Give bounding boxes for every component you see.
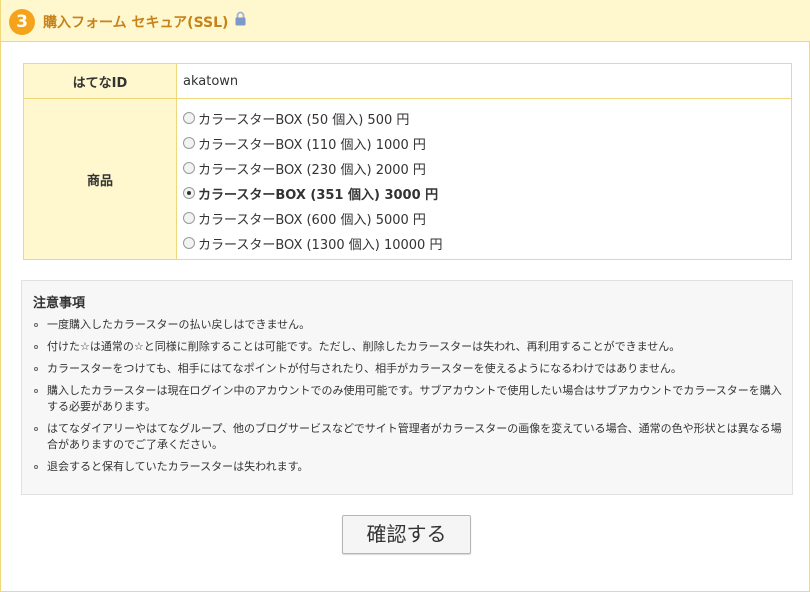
radio-button[interactable] — [183, 137, 195, 149]
product-option-label: カラースターBOX (600 個入) 5000 円 — [198, 212, 426, 228]
notice-title: 注意事項 — [33, 296, 86, 311]
bullet-icon — [34, 389, 38, 393]
notice-item: 付けた☆は通常の☆と同様に削除することは可能です。ただし、削除したカラースターは… — [33, 339, 785, 355]
hatena-id-value: akatown — [176, 63, 792, 99]
bullet-icon — [34, 367, 38, 371]
notice-item-text: 一度購入したカラースターの払い戻しはできません。 — [47, 318, 311, 331]
notice-item: カラースターをつけても、相手にはてなポイントが付与されたり、相手がカラースターを… — [33, 361, 785, 377]
hatena-id-label: はてなID — [23, 63, 177, 99]
product-option-label: カラースターBOX (230 個入) 2000 円 — [198, 162, 426, 178]
notice-item-text: 購入したカラースターは現在ログイン中のアカウントでのみ使用可能です。サブアカウン… — [47, 384, 782, 413]
bullet-icon — [34, 345, 38, 349]
notice-item: 一度購入したカラースターの払い戻しはできません。 — [33, 317, 785, 333]
lock-icon — [234, 11, 247, 26]
product-option-label: カラースターBOX (50 個入) 500 円 — [198, 112, 410, 128]
hatena-id-row: はてなID akatown — [23, 63, 792, 99]
notice-item-text: カラースターをつけても、相手にはてなポイントが付与されたり、相手がカラースターを… — [47, 362, 682, 375]
product-option[interactable]: カラースターBOX (50 個入) 500 円 — [183, 106, 791, 131]
notice-box: 注意事項 一度購入したカラースターの払い戻しはできません。付けた☆は通常の☆と同… — [21, 280, 793, 495]
product-option[interactable]: カラースターBOX (351 個入) 3000 円 — [183, 181, 791, 206]
purchase-form-panel: 3 購入フォーム セキュア(SSL) はてなID akatown 商品 カラース… — [0, 0, 810, 592]
radio-button[interactable] — [183, 212, 195, 224]
radio-button-checked[interactable] — [183, 187, 195, 199]
notice-item-text: 付けた☆は通常の☆と同様に削除することは可能です。ただし、削除したカラースターは… — [47, 340, 681, 353]
section-header: 3 購入フォーム セキュア(SSL) — [1, 0, 810, 42]
radio-button[interactable] — [183, 237, 195, 249]
confirm-button[interactable]: 確認する — [342, 515, 471, 554]
product-option[interactable]: カラースターBOX (110 個入) 1000 円 — [183, 131, 791, 156]
product-option[interactable]: カラースターBOX (230 個入) 2000 円 — [183, 156, 791, 181]
radio-button[interactable] — [183, 112, 195, 124]
radio-button[interactable] — [183, 162, 195, 174]
bullet-icon — [34, 427, 38, 431]
notice-item: 退会すると保有していたカラースターは失われます。 — [33, 459, 785, 475]
product-option[interactable]: カラースターBOX (1300 個入) 10000 円 — [183, 231, 791, 256]
step-number-badge: 3 — [9, 9, 35, 35]
bullet-icon — [34, 323, 38, 327]
product-option[interactable]: カラースターBOX (600 個入) 5000 円 — [183, 206, 791, 231]
purchase-form-table: はてなID akatown 商品 カラースターBOX (50 個入) 500 円… — [23, 63, 792, 260]
product-option-label: カラースターBOX (351 個入) 3000 円 — [198, 187, 439, 203]
notice-item: 購入したカラースターは現在ログイン中のアカウントでのみ使用可能です。サブアカウン… — [33, 383, 785, 415]
product-options-cell: カラースターBOX (50 個入) 500 円カラースターBOX (110 個入… — [176, 98, 792, 260]
product-option-label: カラースターBOX (1300 個入) 10000 円 — [198, 237, 443, 253]
section-title: 購入フォーム セキュア(SSL) — [43, 15, 229, 31]
product-option-label: カラースターBOX (110 個入) 1000 円 — [198, 137, 426, 153]
notice-item: はてなダイアリーやはてなグループ、他のブログサービスなどでサイト管理者がカラース… — [33, 421, 785, 453]
notice-item-text: はてなダイアリーやはてなグループ、他のブログサービスなどでサイト管理者がカラース… — [47, 422, 782, 451]
product-label: 商品 — [23, 98, 177, 260]
notice-list: 一度購入したカラースターの払い戻しはできません。付けた☆は通常の☆と同様に削除す… — [33, 317, 785, 481]
notice-item-text: 退会すると保有していたカラースターは失われます。 — [47, 460, 309, 473]
bullet-icon — [34, 465, 38, 469]
product-options: カラースターBOX (50 個入) 500 円カラースターBOX (110 個入… — [183, 103, 791, 256]
product-row: 商品 カラースターBOX (50 個入) 500 円カラースターBOX (110… — [23, 98, 792, 260]
